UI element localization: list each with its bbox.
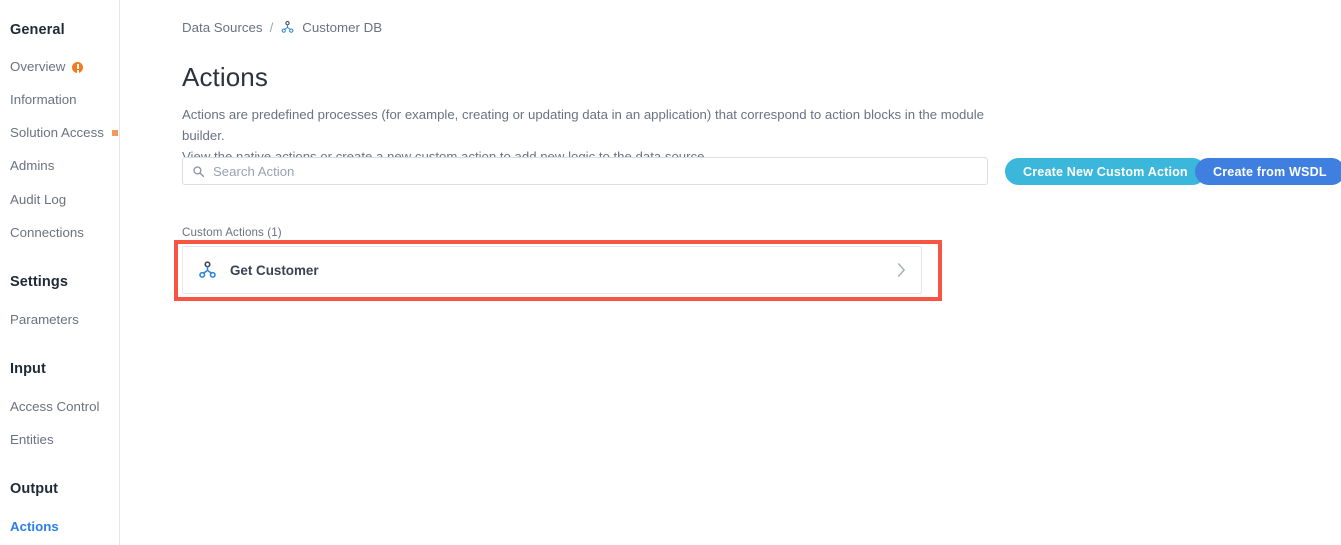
- breadcrumb-separator: /: [270, 20, 274, 35]
- sidebar-item-audit-log[interactable]: Audit Log: [0, 192, 76, 208]
- sidebar: General Overview Information Solution Ac…: [0, 0, 120, 545]
- sidebar-item-label: Access Control: [10, 399, 99, 415]
- breadcrumb-customer-db[interactable]: Customer DB: [302, 20, 382, 35]
- sidebar-item-parameters[interactable]: Parameters: [0, 312, 89, 328]
- webservice-icon: [280, 20, 295, 35]
- warning-icon: [72, 62, 83, 73]
- create-from-wsdl-button[interactable]: Create from WSDL: [1195, 158, 1341, 185]
- sidebar-heading-input: Input: [0, 361, 56, 377]
- sidebar-item-label: Connections: [10, 225, 84, 241]
- page-description-line-1: Actions are predefined processes (for ex…: [182, 104, 1012, 146]
- sidebar-item-solution-access[interactable]: Solution Access: [0, 125, 120, 141]
- sidebar-heading-general: General: [0, 22, 75, 38]
- sidebar-item-label: Information: [10, 92, 77, 108]
- sidebar-item-label: Parameters: [10, 312, 79, 328]
- sidebar-item-access-control[interactable]: Access Control: [0, 399, 109, 415]
- sidebar-item-entities[interactable]: Entities: [0, 432, 64, 448]
- sidebar-item-label: Actions: [10, 519, 59, 535]
- main-content: Data Sources / Customer DB Actions Actio…: [120, 0, 1341, 545]
- chevron-right-icon[interactable]: [897, 263, 907, 277]
- webservice-icon: [197, 260, 219, 281]
- sidebar-item-actions[interactable]: Actions: [0, 519, 69, 535]
- sidebar-item-admins[interactable]: Admins: [0, 158, 64, 174]
- breadcrumb-data-sources[interactable]: Data Sources: [182, 20, 263, 35]
- sidebar-item-label: Solution Access: [10, 125, 104, 141]
- search-action-box[interactable]: [182, 157, 988, 185]
- custom-actions-section-label: Custom Actions (1): [182, 226, 282, 239]
- sidebar-heading-settings: Settings: [0, 274, 78, 290]
- create-new-custom-action-button[interactable]: Create New Custom Action: [1005, 158, 1206, 185]
- sidebar-item-information[interactable]: Information: [0, 92, 87, 108]
- page-title: Actions: [182, 62, 268, 93]
- sidebar-item-label: Audit Log: [10, 192, 66, 208]
- sidebar-item-overview[interactable]: Overview: [0, 59, 93, 75]
- sidebar-heading-output: Output: [0, 481, 68, 497]
- sidebar-item-label: Admins: [10, 158, 54, 174]
- list-item[interactable]: Get Customer: [182, 246, 922, 294]
- action-name-label: Get Customer: [230, 263, 897, 278]
- app-root: General Overview Information Solution Ac…: [0, 0, 1341, 545]
- sidebar-item-label: Overview: [10, 59, 65, 75]
- breadcrumb: Data Sources / Customer DB: [182, 20, 382, 35]
- search-icon: [192, 165, 206, 178]
- sidebar-item-connections[interactable]: Connections: [0, 225, 94, 241]
- search-input[interactable]: [213, 158, 978, 184]
- sidebar-item-label: Entities: [10, 432, 54, 448]
- dot-icon: [112, 130, 118, 136]
